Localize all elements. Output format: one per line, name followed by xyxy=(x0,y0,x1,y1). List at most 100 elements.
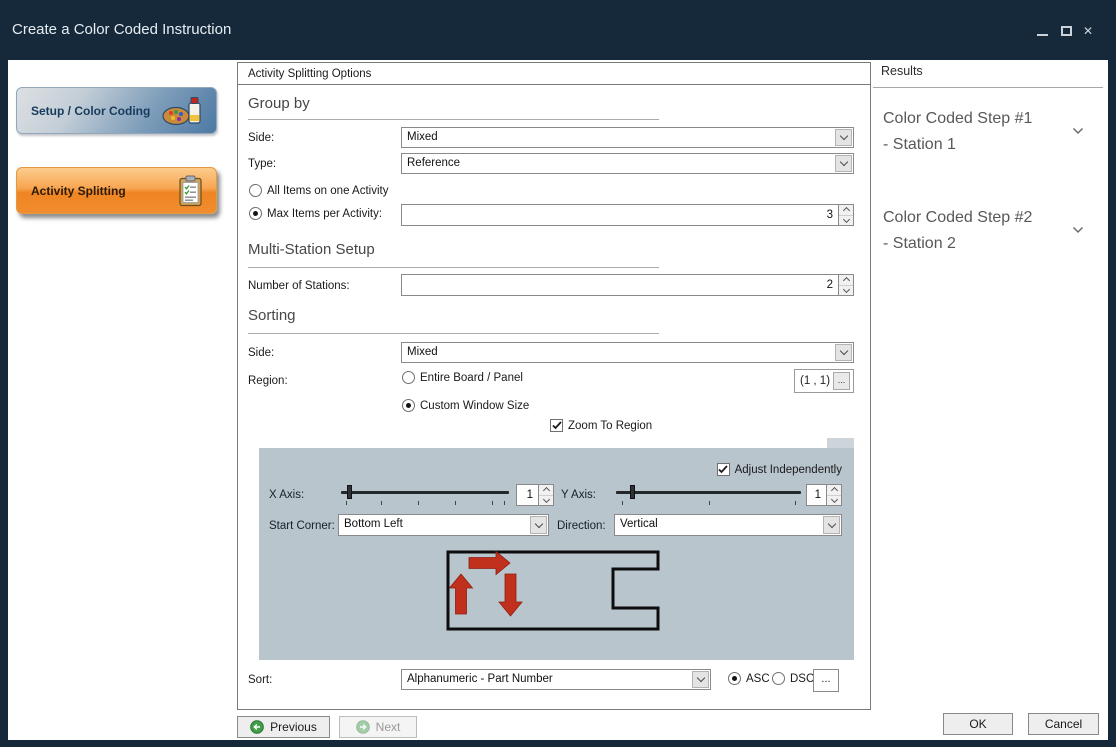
y-axis-ticks xyxy=(616,501,801,506)
radio-icon xyxy=(402,371,415,384)
sort-select-value: Alphanumeric - Part Number xyxy=(402,670,691,689)
section-divider xyxy=(248,267,659,268)
chevron-down-icon[interactable] xyxy=(835,155,852,172)
sidebar-item-activity-splitting[interactable]: Activity Splitting xyxy=(16,167,217,214)
minimize-icon xyxy=(1037,34,1048,36)
checkbox-icon xyxy=(550,419,563,432)
spinner-up-button[interactable] xyxy=(827,485,841,496)
checkbox-icon xyxy=(717,463,730,476)
board-diagram xyxy=(446,550,661,632)
x-axis-value-spinner[interactable]: 1 xyxy=(516,484,554,506)
clipboard-icon xyxy=(178,175,204,207)
y-axis-slider[interactable] xyxy=(616,485,801,499)
panel-header: Activity Splitting Options xyxy=(238,63,870,85)
close-icon: ✕ xyxy=(1083,24,1093,38)
y-axis-value-spinner[interactable]: 1 xyxy=(806,484,842,506)
slider-thumb[interactable] xyxy=(630,485,635,499)
region-label: Region: xyxy=(248,375,288,387)
region-coord-value: (1 , 1) xyxy=(795,375,833,387)
start-corner-label: Start Corner: xyxy=(269,520,335,532)
next-icon xyxy=(356,720,370,734)
spinner-up-button[interactable] xyxy=(539,485,553,496)
spinner-up-button[interactable] xyxy=(839,205,853,216)
slider-track xyxy=(616,491,801,494)
chevron-down-icon[interactable] xyxy=(692,671,709,688)
sidebar-item-label: Setup / Color Coding xyxy=(17,104,162,118)
region-coord-box[interactable]: (1 , 1) ... xyxy=(794,369,854,393)
right-arrow-icon xyxy=(469,552,510,575)
stations-value: 2 xyxy=(402,275,838,295)
chevron-down-icon[interactable] xyxy=(823,516,840,534)
slider-thumb[interactable] xyxy=(347,485,352,499)
next-button[interactable]: Next xyxy=(339,716,417,738)
radio-icon xyxy=(402,399,415,412)
sort-label: Sort: xyxy=(248,674,272,686)
region-more-button[interactable]: ... xyxy=(833,372,850,390)
spinner-down-button[interactable] xyxy=(839,216,853,226)
type-label: Type: xyxy=(248,158,276,170)
radio-icon xyxy=(728,672,741,685)
max-items-spinner[interactable]: 3 xyxy=(401,204,854,226)
max-items-value: 3 xyxy=(402,205,838,225)
radio-max-items[interactable]: Max Items per Activity: xyxy=(249,207,382,220)
maximize-icon xyxy=(1061,26,1072,36)
spinner-down-button[interactable] xyxy=(539,496,553,506)
radio-entire-board[interactable]: Entire Board / Panel xyxy=(402,371,523,384)
sorting-side-value: Mixed xyxy=(402,343,834,362)
direction-label: Direction: xyxy=(557,520,606,532)
section-divider xyxy=(248,119,659,120)
scroll-tab xyxy=(827,438,854,448)
x-axis-value: 1 xyxy=(517,485,538,505)
down-arrow-icon xyxy=(499,574,522,616)
side-select-value: Mixed xyxy=(402,128,834,147)
spinner-up-button[interactable] xyxy=(839,275,853,286)
side-select[interactable]: Mixed xyxy=(401,127,854,148)
radio-icon xyxy=(772,672,785,685)
spinner-down-button[interactable] xyxy=(827,496,841,506)
chevron-down-icon[interactable] xyxy=(835,344,852,361)
activity-splitting-panel: Activity Splitting Options Group by Side… xyxy=(237,62,871,710)
type-select-value: Reference xyxy=(402,154,834,173)
sidebar-item-label: Activity Splitting xyxy=(17,184,178,198)
minimize-button[interactable] xyxy=(1032,22,1052,40)
previous-icon xyxy=(250,720,264,734)
cancel-button[interactable]: Cancel xyxy=(1028,713,1099,735)
stations-label: Number of Stations: xyxy=(248,280,350,292)
radio-asc[interactable]: ASC xyxy=(728,672,770,685)
sort-select[interactable]: Alphanumeric - Part Number xyxy=(401,669,711,690)
results-heading: Results xyxy=(881,64,923,78)
radio-dsc[interactable]: DSC xyxy=(772,672,814,685)
maximize-button[interactable] xyxy=(1056,22,1076,40)
radio-all-items[interactable]: All Items on one Activity xyxy=(249,184,388,197)
y-axis-label: Y Axis: xyxy=(561,489,596,501)
x-axis-ticks xyxy=(341,501,509,506)
type-select[interactable]: Reference xyxy=(401,153,854,174)
chevron-down-icon[interactable] xyxy=(1072,122,1084,140)
start-corner-select[interactable]: Bottom Left xyxy=(338,514,549,536)
result-item-step2[interactable]: Color Coded Step #2 - Station 2 xyxy=(883,205,1095,257)
sidebar-item-setup-color-coding[interactable]: Setup / Color Coding xyxy=(16,87,217,134)
radio-icon xyxy=(249,207,262,220)
chevron-down-icon[interactable] xyxy=(1072,221,1084,239)
direction-select[interactable]: Vertical xyxy=(614,514,842,536)
chevron-down-icon[interactable] xyxy=(530,516,547,534)
sort-more-button[interactable]: ... xyxy=(813,669,839,692)
zoom-to-region-checkbox[interactable]: Zoom To Region xyxy=(550,419,652,432)
close-button[interactable]: ✕ xyxy=(1078,22,1098,40)
ok-button[interactable]: OK xyxy=(943,713,1013,735)
sorting-side-select[interactable]: Mixed xyxy=(401,342,854,363)
region-settings-panel: Adjust Independently X Axis: 1 Y Axis: 1… xyxy=(259,448,854,660)
radio-custom-window[interactable]: Custom Window Size xyxy=(402,399,529,412)
radio-icon xyxy=(249,184,262,197)
adjust-independently-checkbox[interactable]: Adjust Independently xyxy=(717,463,842,476)
results-divider xyxy=(873,87,1103,88)
previous-button[interactable]: Previous xyxy=(237,716,330,738)
spinner-down-button[interactable] xyxy=(839,286,853,296)
group-by-heading: Group by xyxy=(248,95,310,112)
x-axis-label: X Axis: xyxy=(269,489,304,501)
result-item-step1[interactable]: Color Coded Step #1 - Station 1 xyxy=(883,106,1095,158)
chevron-down-icon[interactable] xyxy=(835,129,852,146)
stations-spinner[interactable]: 2 xyxy=(401,274,854,296)
section-divider xyxy=(248,333,659,334)
x-axis-slider[interactable] xyxy=(341,485,509,499)
